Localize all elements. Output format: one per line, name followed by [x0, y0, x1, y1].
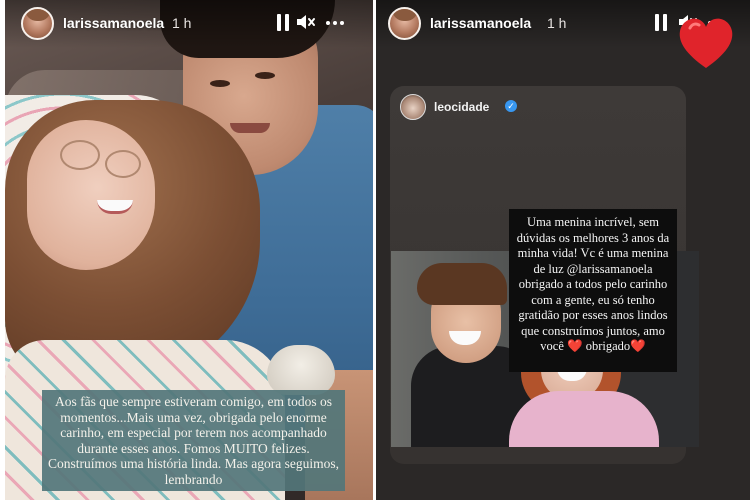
pause-icon[interactable]: [655, 14, 667, 31]
shared-post-text: Uma menina incrível, sem dúvidas os melh…: [509, 209, 677, 372]
shared-post-username[interactable]: leocidade: [434, 100, 489, 114]
verified-icon: ✓: [505, 100, 517, 112]
mute-icon[interactable]: [296, 13, 316, 31]
story-username[interactable]: larissamanoela: [63, 15, 164, 31]
story-left[interactable]: Aos fãs que sempre estiveram comigo, em …: [5, 0, 373, 500]
shared-post-avatar[interactable]: [400, 94, 426, 120]
avatar[interactable]: [388, 7, 421, 40]
story-username[interactable]: larissamanoela: [430, 15, 531, 31]
shared-post-card[interactable]: leocidade ✓ Uma menina incrível, sem dúv…: [390, 86, 699, 464]
story-header: larissamanoela 1 h: [5, 0, 373, 48]
story-right[interactable]: leocidade ✓ Uma menina incrível, sem dúv…: [376, 0, 750, 500]
avatar[interactable]: [21, 7, 54, 40]
pause-icon[interactable]: [277, 14, 289, 31]
more-icon[interactable]: [326, 21, 346, 26]
heart-icon: [676, 14, 736, 74]
story-time: 1 h: [172, 15, 192, 31]
story-caption: Aos fãs que sempre estiveram comigo, em …: [42, 390, 345, 491]
story-time: 1 h: [547, 15, 567, 31]
